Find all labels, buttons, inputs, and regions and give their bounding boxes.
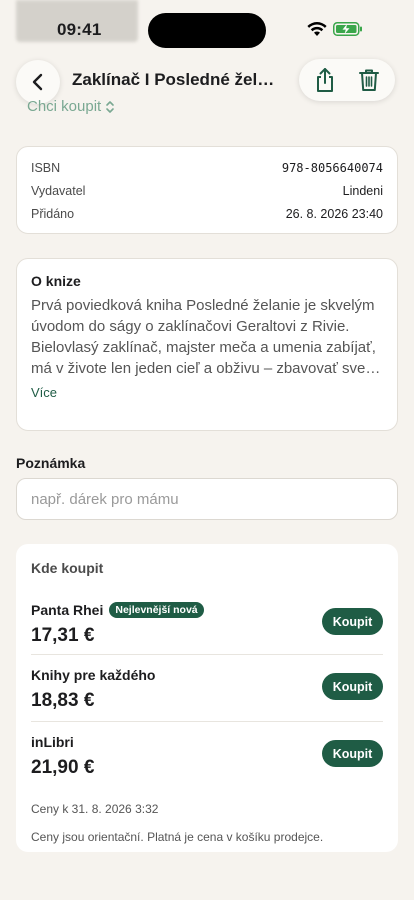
about-book-card: O knize Prvá poviedková kniha Posledné ž… (16, 258, 398, 431)
prices-disclaimer: Ceny jsou orientační. Platná je cena v k… (31, 830, 324, 844)
more-link[interactable]: Více (31, 385, 383, 400)
info-row-added: Přidáno 26. 8. 2026 23:40 (31, 202, 383, 225)
note-input[interactable] (16, 478, 398, 520)
prices-date: Ceny k 31. 8. 2026 3:32 (31, 802, 159, 816)
status-select-value: Chci koupit (27, 98, 102, 115)
buy-button[interactable]: Koupit (322, 673, 383, 700)
info-key: Přidáno (31, 206, 75, 221)
added-date-value: 26. 8. 2026 23:40 (285, 206, 383, 221)
info-row-publisher: Vydavatel Lindeni (31, 179, 383, 202)
buy-button[interactable]: Koupit (322, 608, 383, 635)
dynamic-island (148, 13, 266, 48)
battery-charging-icon (333, 22, 362, 36)
status-time: 09:41 (57, 20, 102, 39)
info-key: Vydavatel (31, 183, 86, 198)
store-row: inLibri 21,90 € Koupit (31, 722, 383, 788)
about-description: Prvá poviedková kniha Posledné želanie j… (31, 297, 376, 377)
share-button[interactable] (305, 60, 345, 100)
note-label: Poznámka (16, 455, 86, 471)
isbn-value: 978-8056640074 (281, 160, 383, 175)
store-row: Knihy pre každého 18,83 € Koupit (31, 655, 383, 722)
trash-icon (359, 69, 379, 91)
info-key: ISBN (31, 160, 61, 175)
chevron-up-down-icon (106, 100, 115, 113)
page-title: Zaklínač I Posledné želanie (72, 70, 282, 89)
where-to-buy-title: Kde koupit (31, 560, 104, 576)
publisher-value: Lindeni (342, 183, 383, 198)
book-info-card: ISBN 978-8056640074 Vydavatel Lindeni Př… (16, 146, 398, 234)
info-row-isbn: ISBN 978-8056640074 (31, 156, 383, 179)
status-select[interactable]: Chci koupit (27, 98, 115, 115)
store-name-wrap: inLibri (31, 734, 74, 750)
delete-button[interactable] (349, 60, 389, 100)
store-name: inLibri (31, 734, 74, 750)
wifi-icon (307, 22, 327, 36)
buy-button[interactable]: Koupit (322, 740, 383, 767)
cheapest-badge: Nejlevnější nová (109, 602, 204, 618)
share-icon (317, 68, 333, 92)
store-name: Panta Rhei (31, 602, 104, 618)
nav-bar: Zaklínač I Posledné želanie (0, 56, 414, 104)
store-name-wrap: Panta Rhei Nejlevnější nová (31, 602, 204, 618)
store-price: 21,90 € (31, 757, 95, 778)
about-title: O knize (31, 273, 81, 289)
where-to-buy-card: Kde koupit Panta Rhei Nejlevnější nová 1… (16, 544, 398, 852)
store-price: 18,83 € (31, 690, 95, 711)
chevron-left-icon (32, 73, 43, 91)
store-name-wrap: Knihy pre každého (31, 667, 155, 683)
status-bar: 09:41 (0, 0, 414, 54)
action-buttons-group (299, 59, 395, 101)
store-price: 17,31 € (31, 625, 95, 646)
store-name: Knihy pre každého (31, 667, 156, 683)
store-row: Panta Rhei Nejlevnější nová 17,31 € Koup… (31, 590, 383, 655)
